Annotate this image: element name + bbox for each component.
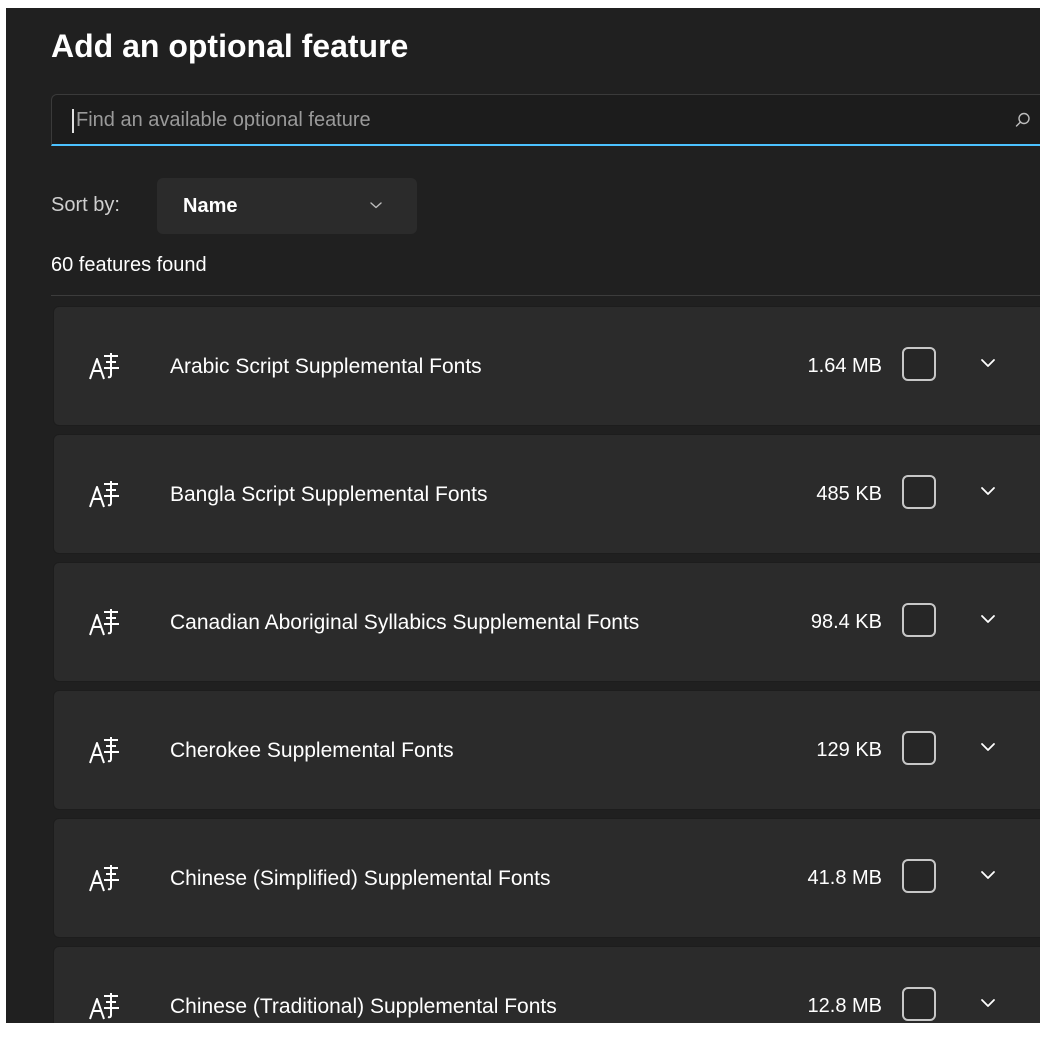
- feature-row[interactable]: Chinese (Simplified) Supplemental Fonts …: [53, 818, 1040, 938]
- search-input[interactable]: Find an available optional feature: [51, 94, 1040, 146]
- font-icon: [89, 353, 119, 380]
- feature-row[interactable]: Cherokee Supplemental Fonts 129 KB: [53, 690, 1040, 810]
- chevron-down-icon[interactable]: [980, 485, 996, 497]
- chevron-down-icon[interactable]: [980, 613, 996, 625]
- feature-size: 98.4 KB: [810, 610, 882, 633]
- feature-name: Cherokee Supplemental Fonts: [170, 738, 454, 762]
- feature-checkbox[interactable]: [902, 987, 936, 1021]
- feature-row[interactable]: Chinese (Traditional) Supplemental Fonts…: [53, 946, 1040, 1023]
- text-caret: [72, 109, 74, 133]
- search-placeholder: Find an available optional feature: [76, 109, 371, 131]
- search-icon[interactable]: [1014, 111, 1032, 129]
- chevron-down-icon[interactable]: [980, 357, 996, 369]
- feature-row[interactable]: Bangla Script Supplemental Fonts 485 KB: [53, 434, 1040, 554]
- font-icon: [89, 737, 119, 764]
- feature-size: 129 KB: [816, 738, 882, 761]
- feature-checkbox[interactable]: [902, 603, 936, 637]
- features-count: 60 features found: [51, 254, 207, 276]
- font-icon: [89, 481, 119, 508]
- feature-name: Bangla Script Supplemental Fonts: [170, 482, 488, 506]
- add-optional-feature-dialog: Add an optional feature Find an availabl…: [6, 8, 1040, 1023]
- feature-size: 12.8 MB: [807, 994, 882, 1017]
- feature-name: Chinese (Simplified) Supplemental Fonts: [170, 866, 551, 890]
- feature-name: Canadian Aboriginal Syllabics Supplement…: [170, 610, 640, 634]
- chevron-down-icon[interactable]: [980, 997, 996, 1009]
- font-icon: [89, 609, 119, 636]
- feature-row[interactable]: Arabic Script Supplemental Fonts 1.64 MB: [53, 306, 1040, 426]
- chevron-down-icon[interactable]: [980, 741, 996, 753]
- chevron-down-icon[interactable]: [980, 869, 996, 881]
- feature-size: 1.64 MB: [807, 354, 882, 377]
- feature-checkbox[interactable]: [902, 347, 936, 381]
- feature-name: Arabic Script Supplemental Fonts: [170, 354, 482, 378]
- divider: [51, 295, 1040, 296]
- sort-by-dropdown[interactable]: Name: [157, 178, 417, 234]
- feature-checkbox[interactable]: [902, 859, 936, 893]
- chevron-down-icon: [370, 202, 382, 209]
- feature-checkbox[interactable]: [902, 731, 936, 765]
- sort-by-value: Name: [183, 195, 238, 217]
- feature-size: 485 KB: [816, 482, 882, 505]
- feature-name: Chinese (Traditional) Supplemental Fonts: [170, 994, 557, 1018]
- sort-by-label: Sort by:: [51, 194, 120, 216]
- font-icon: [89, 865, 119, 892]
- feature-checkbox[interactable]: [902, 475, 936, 509]
- page-title: Add an optional feature: [51, 28, 409, 64]
- feature-row[interactable]: Canadian Aboriginal Syllabics Supplement…: [53, 562, 1040, 682]
- font-icon: [89, 993, 119, 1020]
- feature-size: 41.8 MB: [807, 866, 882, 889]
